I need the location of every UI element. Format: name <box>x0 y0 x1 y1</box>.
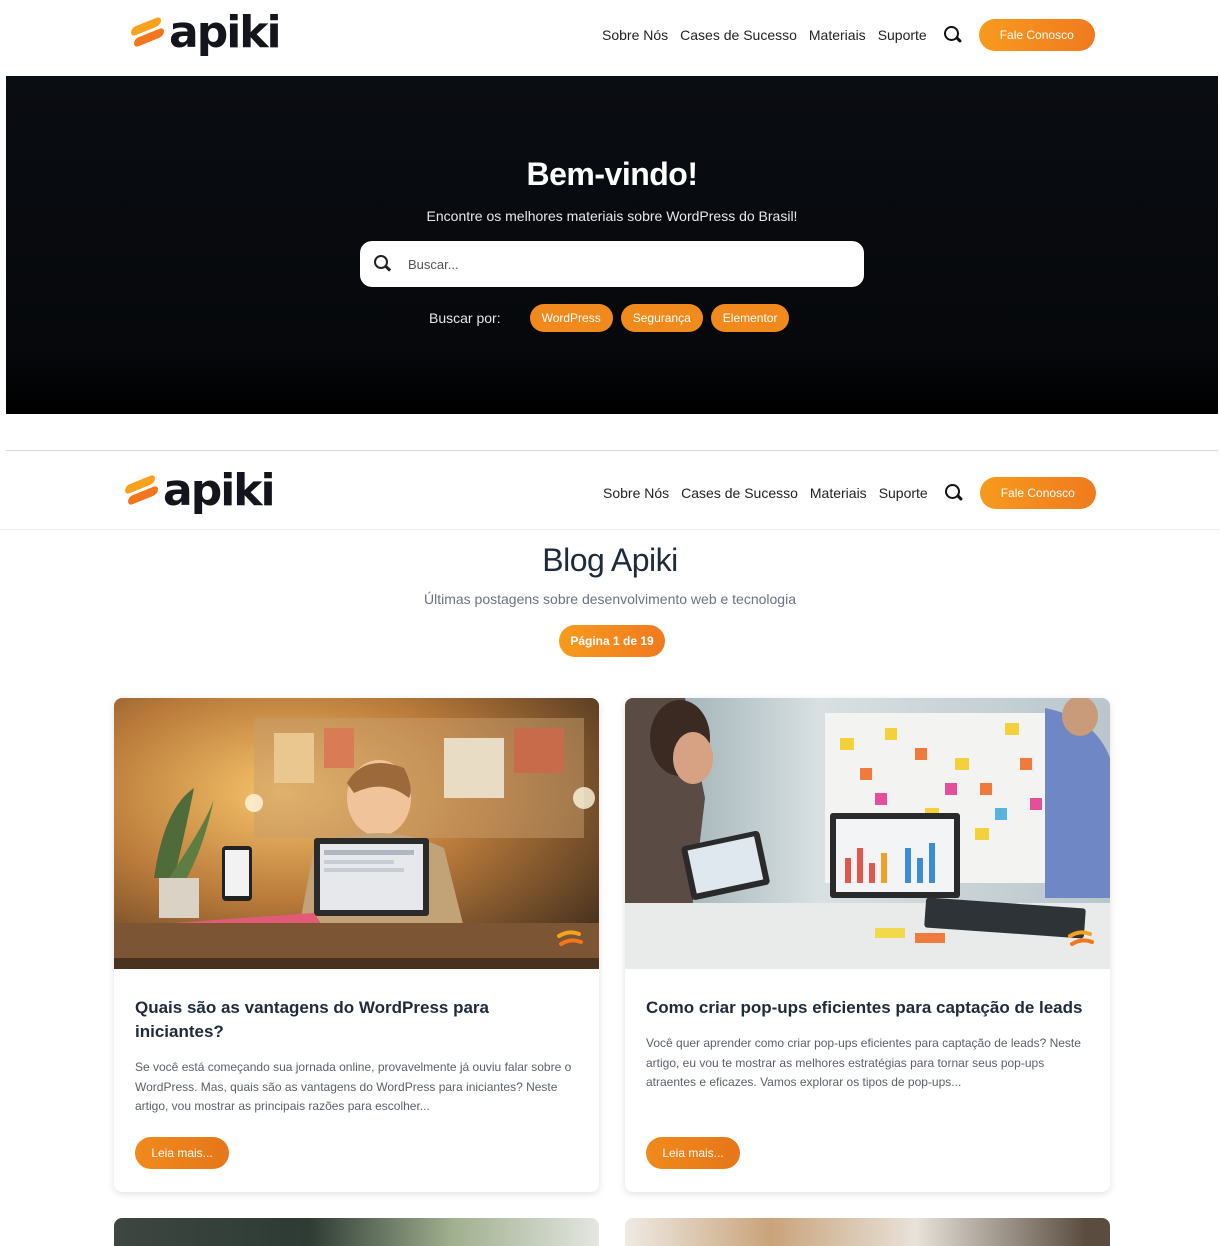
logo-text: apiki <box>169 7 282 58</box>
search-tags: Buscar por: WordPress Segurança Elemento… <box>429 304 797 332</box>
logo-text: apiki <box>163 465 276 516</box>
nav-link-suporte[interactable]: Suporte <box>878 19 927 51</box>
post-title[interactable]: Quais são as vantagens do WordPress para… <box>135 996 580 1044</box>
nav-link-sobre-nos[interactable]: Sobre Nós <box>603 477 669 509</box>
search-input[interactable] <box>408 256 828 272</box>
nav-link-suporte[interactable]: Suporte <box>879 477 928 509</box>
logo[interactable]: apiki <box>125 465 276 516</box>
apiki-logo-icon <box>125 473 159 507</box>
nav-link-cases[interactable]: Cases de Sucesso <box>681 477 798 509</box>
read-more-button[interactable]: Leia mais... <box>135 1137 229 1169</box>
blog-subtitle: Últimas postagens sobre desenvolvimento … <box>424 591 796 607</box>
post-photo <box>114 698 599 969</box>
post-title[interactable]: Como criar pop-ups eficientes para capta… <box>646 996 1091 1020</box>
tag-seguranca[interactable]: Segurança <box>620 304 703 332</box>
fale-conosco-button[interactable]: Fale Conosco <box>978 19 1095 51</box>
post-card-partial[interactable] <box>625 1218 1110 1246</box>
nav-link-cases[interactable]: Cases de Sucesso <box>680 19 797 51</box>
post-body: Como criar pop-ups eficientes para capta… <box>646 996 1091 1093</box>
fale-conosco-button[interactable]: Fale Conosco <box>979 477 1096 509</box>
search-icon[interactable] <box>944 483 964 503</box>
nav-link-sobre-nos[interactable]: Sobre Nós <box>602 19 668 51</box>
hero-search-box[interactable] <box>360 241 864 287</box>
read-more-button[interactable]: Leia mais... <box>646 1137 740 1169</box>
blog-header: apiki Sobre Nós Cases de Sucesso Materia… <box>0 458 1220 530</box>
post-card[interactable]: Quais são as vantagens do WordPress para… <box>114 698 599 1192</box>
post-card-partial[interactable] <box>114 1218 599 1246</box>
nav-link-materiais[interactable]: Materiais <box>810 477 867 509</box>
blog-title: Blog Apiki <box>542 542 678 578</box>
post-image[interactable] <box>114 698 599 969</box>
section-divider <box>6 450 1218 451</box>
post-excerpt: Se você está começando sua jornada onlin… <box>135 1060 572 1113</box>
tag-wordpress[interactable]: WordPress <box>529 304 613 332</box>
post-excerpt: Você quer aprender como criar pop-ups ef… <box>646 1036 1081 1089</box>
hero-title: Bem-vindo! <box>526 156 699 192</box>
post-body: Quais são as vantagens do WordPress para… <box>135 996 580 1117</box>
search-icon <box>374 255 392 273</box>
logo[interactable]: apiki <box>131 7 282 58</box>
hero-subtitle: Encontre os melhores materiais sobre Wor… <box>426 208 798 224</box>
nav-link-materiais[interactable]: Materiais <box>809 19 866 51</box>
post-image[interactable] <box>625 698 1110 969</box>
post-card[interactable]: Como criar pop-ups eficientes para capta… <box>625 698 1110 1192</box>
tags-label: Buscar por: <box>429 310 501 326</box>
search-icon[interactable] <box>943 25 963 45</box>
site-header: apiki Sobre Nós Cases de Sucesso Materia… <box>0 0 1220 72</box>
main-nav: Sobre Nós Cases de Sucesso Materiais Sup… <box>603 477 1096 509</box>
post-photo <box>625 698 1110 969</box>
main-nav: Sobre Nós Cases de Sucesso Materiais Sup… <box>602 19 1095 51</box>
apiki-logo-icon <box>131 15 165 49</box>
hero-section: Bem-vindo! Encontre os melhores materiai… <box>6 76 1218 414</box>
tag-elementor[interactable]: Elementor <box>710 304 790 332</box>
page-indicator: Página 1 de 19 <box>559 625 665 657</box>
